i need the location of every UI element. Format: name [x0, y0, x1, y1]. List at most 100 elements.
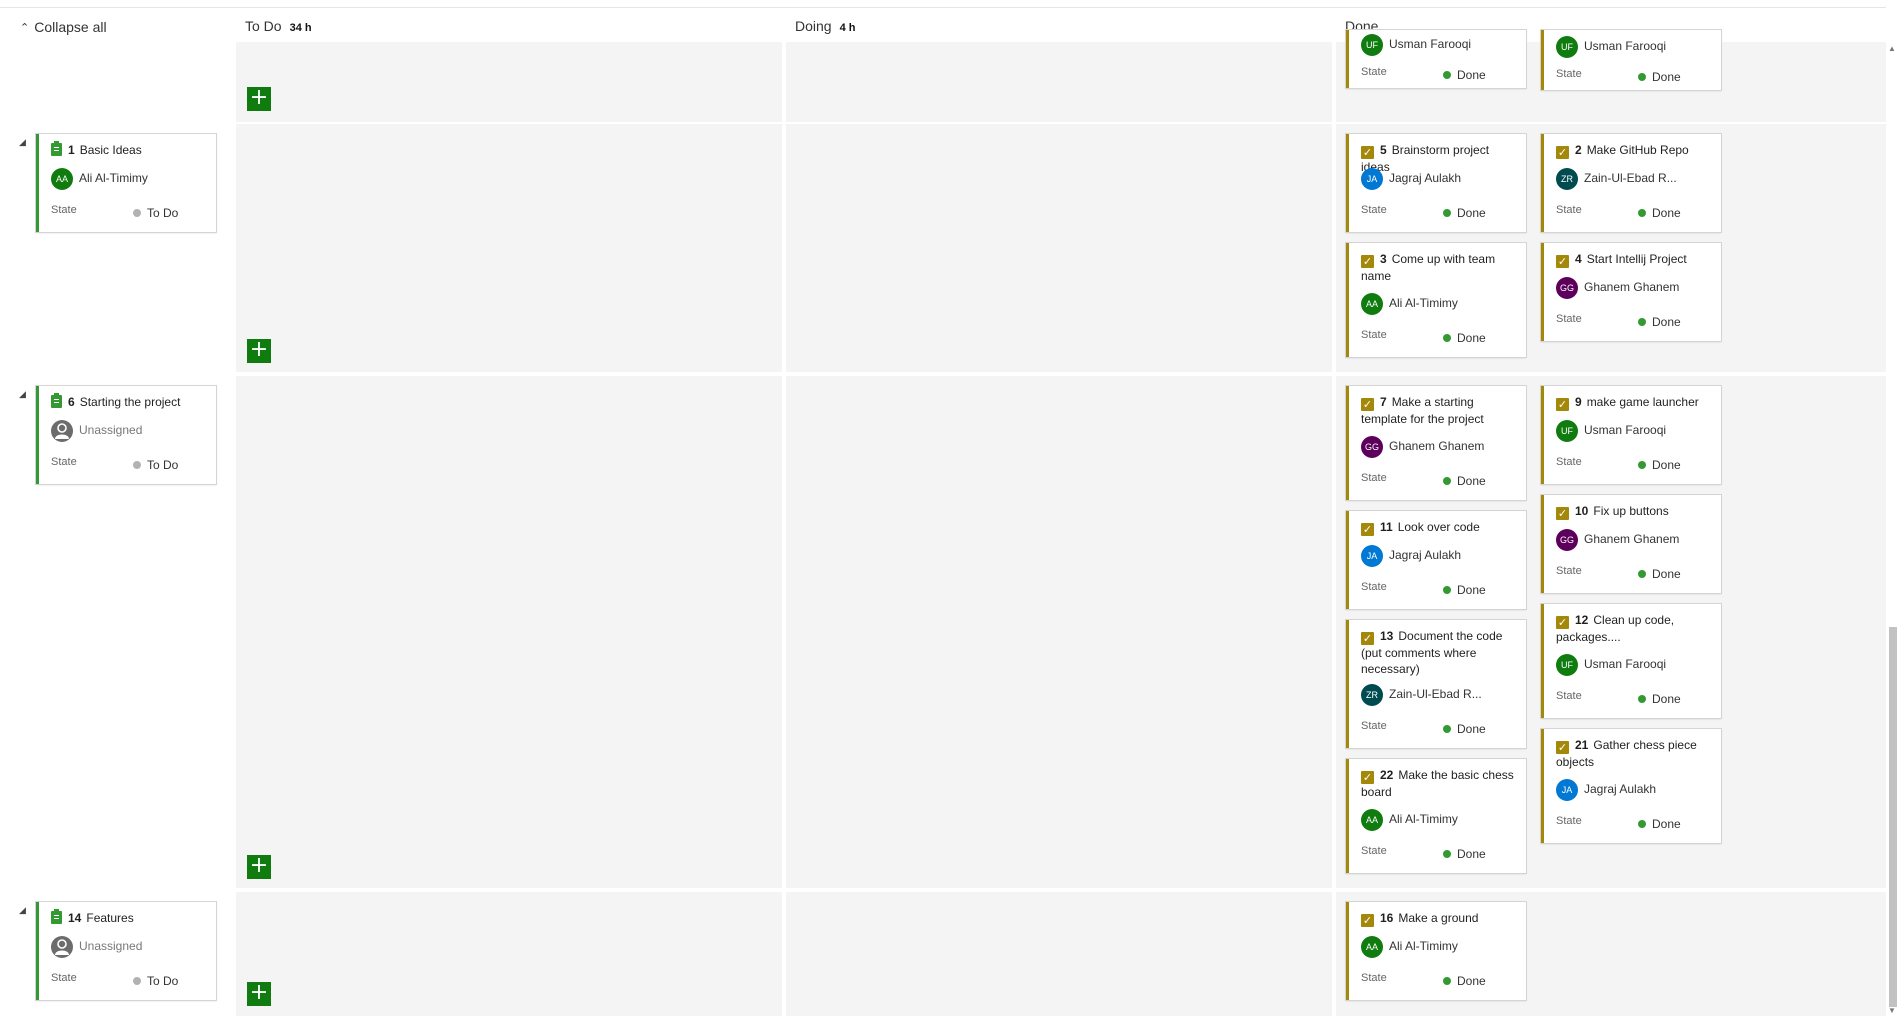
scroll-down-icon[interactable]: ▼ [1888, 1006, 1896, 1015]
task-card[interactable]: ✓ 5 Brainstorm project ideas JA Jagraj Aula… [1346, 134, 1526, 232]
card-state-row[interactable]: State Done [1361, 581, 1518, 597]
task-card[interactable]: ✓ 3 Come up with team name AA Ali Al-Timimy… [1346, 243, 1526, 357]
card-assignee[interactable]: UF Usman Farooqi [1361, 34, 1471, 56]
card-title[interactable]: 1 Basic Ideas [51, 141, 208, 158]
task-checkbox-icon: ✓ [1556, 507, 1569, 520]
card-assignee[interactable]: JA Jagraj Aulakh [1556, 779, 1656, 801]
card-state-row[interactable]: State Done [1361, 845, 1518, 861]
card-assignee[interactable]: JA Jagraj Aulakh [1361, 168, 1461, 190]
state-label: State [1361, 204, 1387, 216]
card-state-row[interactable]: State To Do [51, 972, 208, 988]
card-state-row[interactable]: State Done [1361, 204, 1518, 220]
card-assignee[interactable]: GG Ghanem Ghanem [1361, 436, 1484, 458]
scrollbar-thumb[interactable] [1889, 627, 1897, 1007]
scroll-up-icon[interactable]: ▲ [1888, 44, 1896, 53]
todo-cell [236, 124, 782, 372]
card-title[interactable]: ✓ 13 Document the code (put comments where… [1361, 628, 1518, 677]
add-task-button[interactable]: + [247, 855, 271, 879]
card-state-row[interactable]: State Done [1361, 329, 1518, 345]
card-title[interactable]: ✓ 4 Start Intellij Project [1556, 251, 1713, 268]
card-title[interactable]: ✓ 3 Come up with team name [1361, 251, 1518, 284]
state-label: State [1361, 720, 1387, 732]
card-assignee[interactable]: AA Ali Al-Timimy [1361, 809, 1458, 831]
task-card[interactable]: ✓ 12 Clean up code, packages.... UF Usman F… [1541, 604, 1721, 718]
card-state-row[interactable]: State Done [1556, 565, 1713, 581]
add-task-button[interactable]: + [247, 87, 271, 111]
card-assignee[interactable]: Unassigned [51, 936, 142, 958]
card-assignee[interactable]: GG Ghanem Ghanem [1556, 277, 1679, 299]
card-title[interactable]: ✓ 21 Gather chess piece objects [1556, 737, 1713, 770]
card-title[interactable]: ✓ 22 Make the basic chess board [1361, 767, 1518, 800]
card-title-text: Make GitHub Repo [1586, 143, 1689, 157]
card-state-row[interactable]: State Done [1556, 204, 1713, 220]
task-card[interactable]: UF Usman Farooqi State Done [1346, 30, 1526, 88]
card-state-row[interactable]: State Done [1556, 815, 1713, 831]
card-assignee[interactable]: ZR Zain-Ul-Ebad R... [1556, 168, 1677, 190]
collapse-lane-icon[interactable]: ◢ [19, 389, 26, 400]
card-state-row[interactable]: State Done [1556, 313, 1713, 329]
assignee-name: Usman Farooqi [1389, 37, 1472, 52]
card-title[interactable]: ✓ 10 Fix up buttons [1556, 503, 1713, 520]
card-assignee[interactable]: GG Ghanem Ghanem [1556, 529, 1679, 551]
task-card[interactable]: ✓ 21 Gather chess piece objects JA Jagraj A… [1541, 729, 1721, 843]
card-state-row[interactable]: State To Do [51, 456, 208, 472]
task-card[interactable]: ✓ 22 Make the basic chess board AA Ali Al-T… [1346, 759, 1526, 873]
card-title[interactable]: ✓ 12 Clean up code, packages.... [1556, 612, 1713, 645]
collapse-lane-icon[interactable]: ◢ [19, 137, 26, 148]
card-title[interactable]: ✓ 7 Make a starting template for the proje… [1361, 394, 1518, 427]
collapse-all-button[interactable]: ⌃ Collapse all [20, 19, 107, 35]
card-state-row[interactable]: State Done [1361, 972, 1518, 988]
card-assignee[interactable]: ZR Zain-Ul-Ebad R... [1361, 684, 1482, 706]
card-assignee[interactable]: AA Ali Al-Timimy [1361, 293, 1458, 315]
avatar: GG [1556, 529, 1578, 551]
card-assignee[interactable]: Unassigned [51, 420, 142, 442]
card-assignee[interactable]: UF Usman Farooqi [1556, 36, 1666, 58]
card-state-row[interactable]: State To Do [51, 204, 208, 220]
card-state-row[interactable]: State Done [1361, 720, 1518, 736]
pbi-card[interactable]: 14 Features Unassigned State To Do [36, 902, 216, 1000]
state-value: Done [1457, 722, 1486, 736]
assignee-name: Ali Al-Timimy [1389, 939, 1458, 954]
task-card[interactable]: ✓ 10 Fix up buttons GG Ghanem Ghanem State D… [1541, 495, 1721, 593]
card-assignee[interactable]: JA Jagraj Aulakh [1361, 545, 1461, 567]
add-task-button[interactable]: + [247, 982, 271, 1006]
card-state-row[interactable]: State Done [1361, 66, 1518, 82]
card-assignee[interactable]: UF Usman Farooqi [1556, 420, 1666, 442]
column-hours: 4 h [839, 22, 856, 34]
task-card[interactable]: UF Usman Farooqi State Done [1541, 30, 1721, 90]
card-title[interactable]: ✓ 2 Make GitHub Repo [1556, 142, 1713, 159]
card-assignee[interactable]: AA Ali Al-Timimy [1361, 936, 1458, 958]
task-card[interactable]: ✓ 11 Look over code JA Jagraj Aulakh State D… [1346, 511, 1526, 609]
card-title[interactable]: ✓ 16 Make a ground [1361, 910, 1518, 927]
task-card[interactable]: ✓ 2 Make GitHub Repo ZR Zain-Ul-Ebad R... S… [1541, 134, 1721, 232]
state-value: Done [1457, 331, 1486, 345]
card-state-row[interactable]: State Done [1556, 690, 1713, 706]
add-task-button[interactable]: + [247, 339, 271, 363]
card-state-row[interactable]: State Done [1556, 68, 1713, 84]
card-title[interactable]: 6 Starting the project [51, 393, 208, 410]
assignee-name: Ghanem Ghanem [1584, 532, 1680, 547]
card-title[interactable]: ✓ 11 Look over code [1361, 519, 1518, 536]
task-card[interactable]: ✓ 16 Make a ground AA Ali Al-Timimy State Do… [1346, 902, 1526, 1000]
card-state-row[interactable]: State Done [1361, 472, 1518, 488]
collapse-lane-icon[interactable]: ◢ [19, 905, 26, 916]
task-card[interactable]: ✓ 13 Document the code (put comments where… [1346, 620, 1526, 748]
task-card[interactable]: ✓ 9 make game launcher UF Usman Farooqi Sta… [1541, 386, 1721, 484]
card-title-text: Basic Ideas [79, 143, 142, 157]
task-card[interactable]: ✓ 4 Start Intellij Project GG Ghanem Ghanem… [1541, 243, 1721, 341]
state-label: State [1556, 815, 1582, 827]
backlog-item-icon [51, 393, 62, 408]
card-id: 14 [68, 911, 82, 925]
card-state-row[interactable]: State Done [1556, 456, 1713, 472]
state-dot [1443, 209, 1451, 217]
state-value: Done [1652, 70, 1681, 84]
task-card[interactable]: ✓ 7 Make a starting template for the proje… [1346, 386, 1526, 500]
card-assignee[interactable]: UF Usman Farooqi [1556, 654, 1666, 676]
state-label: State [1361, 581, 1387, 593]
pbi-card[interactable]: 1 Basic Ideas AA Ali Al-Timimy State To Do [36, 134, 216, 232]
collapse-all-label: Collapse all [34, 19, 107, 35]
pbi-card[interactable]: 6 Starting the project Unassigned State To… [36, 386, 216, 484]
card-assignee[interactable]: AA Ali Al-Timimy [51, 168, 148, 190]
card-title[interactable]: ✓ 9 make game launcher [1556, 394, 1713, 411]
card-title[interactable]: 14 Features [51, 909, 208, 926]
